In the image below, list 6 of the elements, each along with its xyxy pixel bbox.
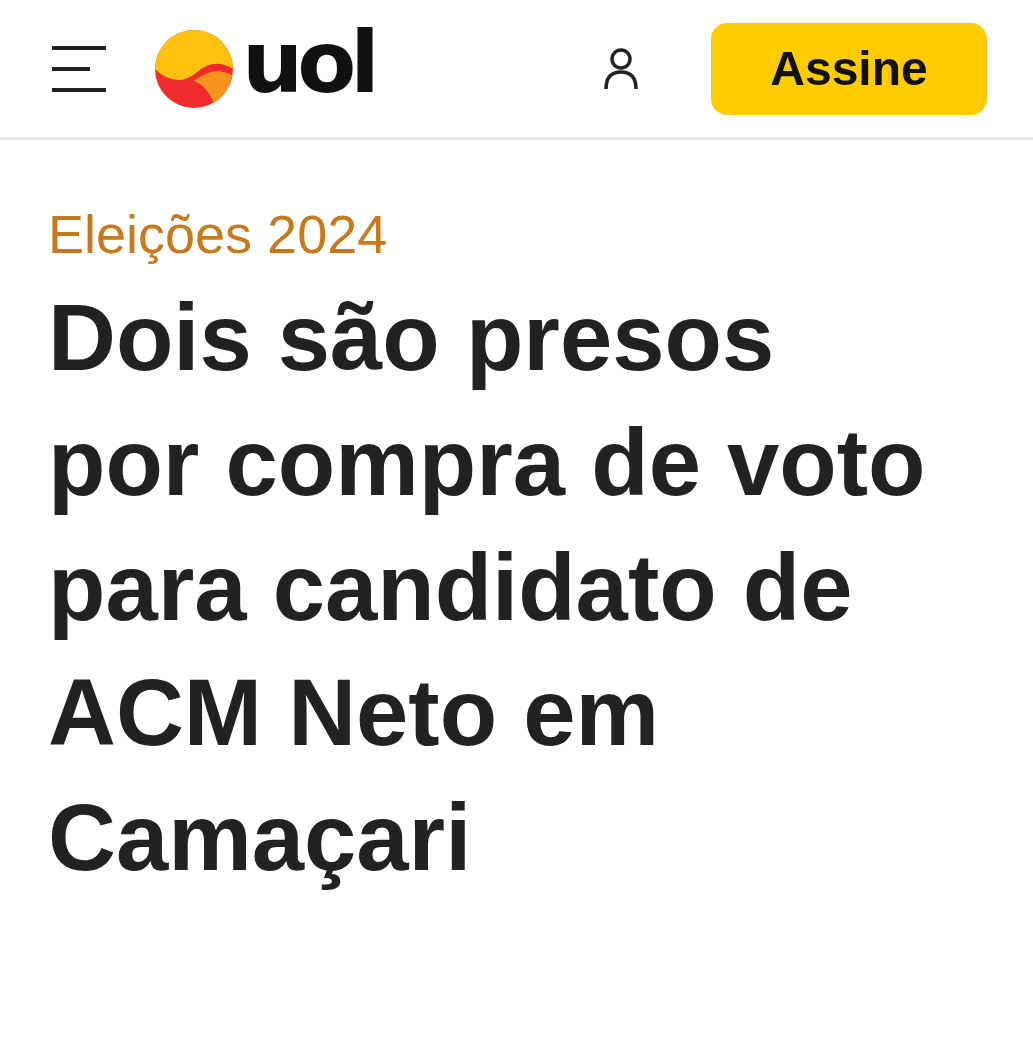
logo-text[interactable]: uol (242, 18, 374, 105)
subscribe-button[interactable]: Assine (711, 22, 987, 115)
sun-logo-icon (154, 28, 234, 109)
user-icon[interactable] (603, 47, 639, 90)
headline: Dois são presos por compra de voto para candidato de ACM Neto em Camaçari (48, 283, 927, 892)
menu-icon[interactable] (52, 45, 106, 92)
